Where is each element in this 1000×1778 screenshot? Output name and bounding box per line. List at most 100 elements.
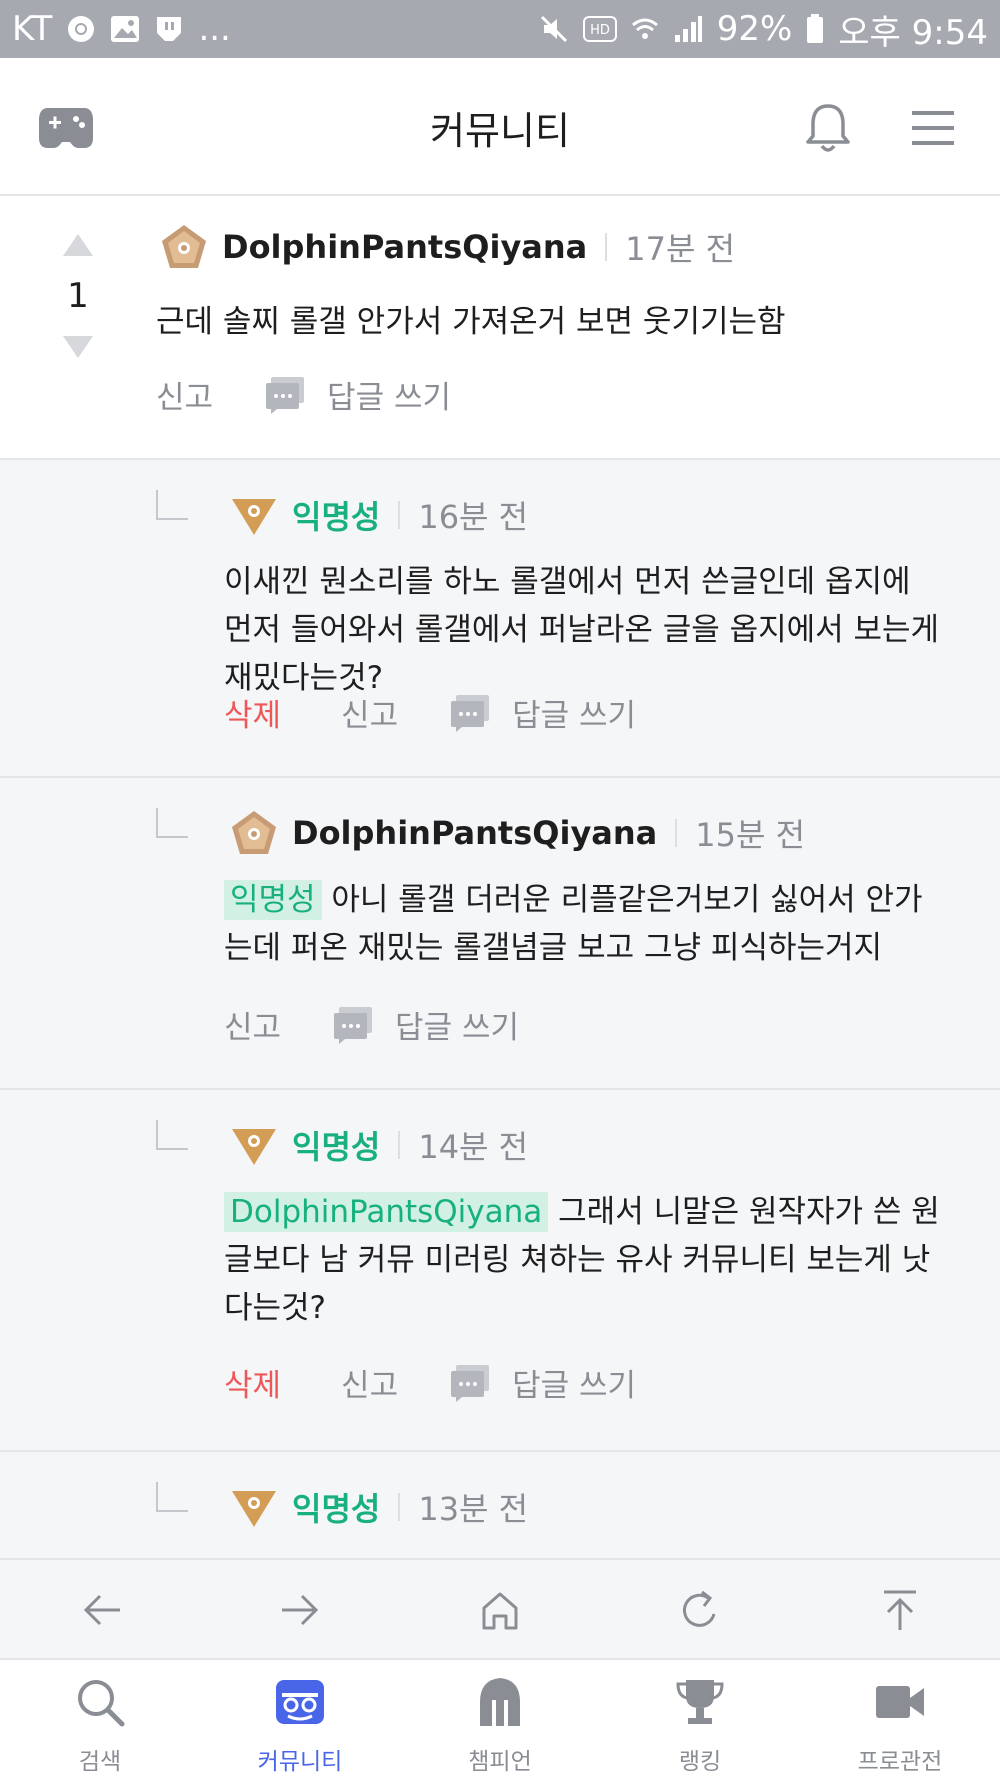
reply-label: 답글 쓰기 [512,1368,637,1404]
tab-label: 챔피언 [468,1749,532,1775]
comment-item: 1 DolphinPantsQiyana 17분 전 근데 솔찌 롤갤 안가서 … [0,196,1000,460]
mention-tag[interactable]: DolphinPantsQiyana [224,1192,549,1232]
meta-divider [398,1131,401,1159]
text-line: 익명성 아니 롤갤 더러운 리플같은거보기 싫어서 안가 [224,876,923,924]
reply-comment-item: 익명성 16분 전 이새낀 뭔소리를 하노 롤갤에서 먼저 쓴글인데 옵지에 먼… [0,460,1000,778]
triangle-anon-badge-icon [232,1491,276,1527]
carrier-label: KT [12,9,53,49]
report-button[interactable]: 신고 [156,372,213,417]
upvote-icon[interactable] [63,234,93,256]
comment-actions: 삭제 신고 답글 쓰기 [224,690,636,735]
comment-actions: 신고 답글 쓰기 [156,372,451,417]
tab-search[interactable]: 검색 [0,1660,200,1778]
report-button[interactable]: 신고 [341,1360,398,1405]
tab-ranking[interactable]: 랭킹 [600,1660,800,1778]
comment-time: 16분 전 [418,498,529,536]
reply-button[interactable]: 답글 쓰기 [450,1360,636,1405]
comment-time: 13분 전 [418,1490,529,1528]
reply-label: 답글 쓰기 [395,1010,519,1046]
meta-divider [398,501,401,529]
reply-indent-marker [156,490,188,520]
more-notifications: ... [198,9,231,49]
video-camera-icon [876,1686,924,1718]
bottom-tab-bar: 검색 커뮤니티 챔피언 랭킹 프로관전 [0,1658,1000,1778]
signal-icon [673,15,703,43]
trophy-icon [676,1680,724,1724]
back-arrow-icon[interactable] [78,1586,126,1634]
wifi-icon [631,15,659,43]
menu-icon[interactable] [910,108,956,148]
home-icon[interactable] [476,1586,524,1634]
champion-helmet-icon [480,1678,520,1726]
report-button[interactable]: 신고 [224,1002,281,1047]
comment-actions: 신고 답글 쓰기 [224,1002,519,1047]
reply-label: 답글 쓰기 [327,380,451,416]
comment-text: 이새낀 뭔소리를 하노 롤갤에서 먼저 쓴글인데 옵지에 먼저 들어와서 롤갤에… [224,558,939,702]
text-line: 이새낀 뭔소리를 하노 롤갤에서 먼저 쓴글인데 옵지에 [224,564,911,600]
comment-text: DolphinPantsQiyana 그래서 니말은 원작자가 쓴 원 글보다 … [224,1188,940,1332]
reply-bubble-icon [334,1006,373,1044]
tab-label: 랭킹 [678,1749,722,1775]
comment-text: 근데 솔찌 롤갤 안가서 가져온거 보면 웃기기는함 [156,304,786,340]
reply-comment-item: 익명성 13분 전 [0,1452,1000,1558]
battery-percent: 92% [716,9,793,49]
comment-time: 17분 전 [625,230,736,268]
text-segment: 아니 롤갤 더러운 리플같은거보기 싫어서 안가 [321,882,923,918]
text-line: 는데 퍼온 재밌는 롤갤념글 보고 그냥 피식하는거지 [224,930,883,966]
gallery-icon [110,15,140,43]
scroll-top-icon[interactable] [876,1586,924,1634]
svg-text:HD: HD [590,23,610,38]
refresh-icon[interactable] [676,1586,724,1634]
hd-icon: HD [582,16,617,42]
delete-button[interactable]: 삭제 [224,1360,281,1405]
text-line: DolphinPantsQiyana 그래서 니말은 원작자가 쓴 원 [224,1188,940,1236]
reply-indent-marker [156,1482,188,1512]
tab-community[interactable]: 커뮤니티 [200,1660,400,1778]
triangle-anon-badge-icon [232,1129,276,1165]
comment-author[interactable]: 익명성 [292,492,380,538]
tab-label: 커뮤니티 [257,1749,343,1775]
reply-button[interactable]: 답글 쓰기 [265,372,451,417]
text-segment: 그래서 니말은 원작자가 쓴 원 [548,1194,940,1230]
clock: 오후 9:54 [838,12,988,53]
comment-list[interactable]: 1 DolphinPantsQiyana 17분 전 근데 솔찌 롤갤 안가서 … [0,196,1000,1558]
meta-divider [605,233,608,261]
status-bar: KT ... HD 92% 오후 9:54 [0,0,1000,58]
gamepad-icon[interactable] [38,102,94,152]
comment-author[interactable]: DolphinPantsQiyana [292,814,657,852]
tab-pro-watch[interactable]: 프로관전 [800,1660,1000,1778]
comment-actions: 삭제 신고 답글 쓰기 [224,1360,636,1405]
reply-button[interactable]: 답글 쓰기 [333,1002,519,1047]
pentagon-rank-badge-icon [232,811,276,854]
reply-bubble-icon [451,694,490,732]
reply-comment-item: DolphinPantsQiyana 15분 전 익명성 아니 롤갤 더러운 리… [0,778,1000,1090]
comment-meta: 익명성 13분 전 [230,1482,528,1532]
community-icon [276,1680,324,1724]
vote-count: 1 [67,276,89,316]
report-button[interactable]: 신고 [341,690,398,735]
comment-author[interactable]: DolphinPantsQiyana [222,228,587,266]
reply-indent-marker [156,1120,188,1150]
comment-meta: 익명성 14분 전 [230,1120,528,1170]
reply-label: 답글 쓰기 [512,698,637,734]
reply-bubble-icon [451,1364,490,1402]
reply-comment-item: 익명성 14분 전 DolphinPantsQiyana 그래서 니말은 원작자… [0,1090,1000,1452]
comment-meta: DolphinPantsQiyana 17분 전 [160,222,735,272]
forward-arrow-icon[interactable] [276,1586,324,1634]
reply-button[interactable]: 답글 쓰기 [450,690,636,735]
downvote-icon[interactable] [63,336,93,358]
comment-time: 14분 전 [418,1128,529,1166]
bell-icon[interactable] [800,100,856,156]
vote-control: 1 [60,234,96,358]
app-header: 커뮤니티 [0,58,1000,196]
comment-author[interactable]: 익명성 [292,1484,380,1530]
triangle-anon-badge-icon [232,499,276,535]
mention-tag[interactable]: 익명성 [224,880,322,920]
text-line: 글보다 남 커뮤 미러링 쳐하는 유사 커뮤니티 보는게 낫 [224,1242,931,1278]
tab-champion[interactable]: 챔피언 [400,1660,600,1778]
delete-button[interactable]: 삭제 [224,690,281,735]
pentagon-rank-badge-icon [162,225,206,268]
comment-author[interactable]: 익명성 [292,1122,380,1168]
comment-meta: DolphinPantsQiyana 15분 전 [230,808,805,858]
reply-bubble-icon [266,376,305,414]
